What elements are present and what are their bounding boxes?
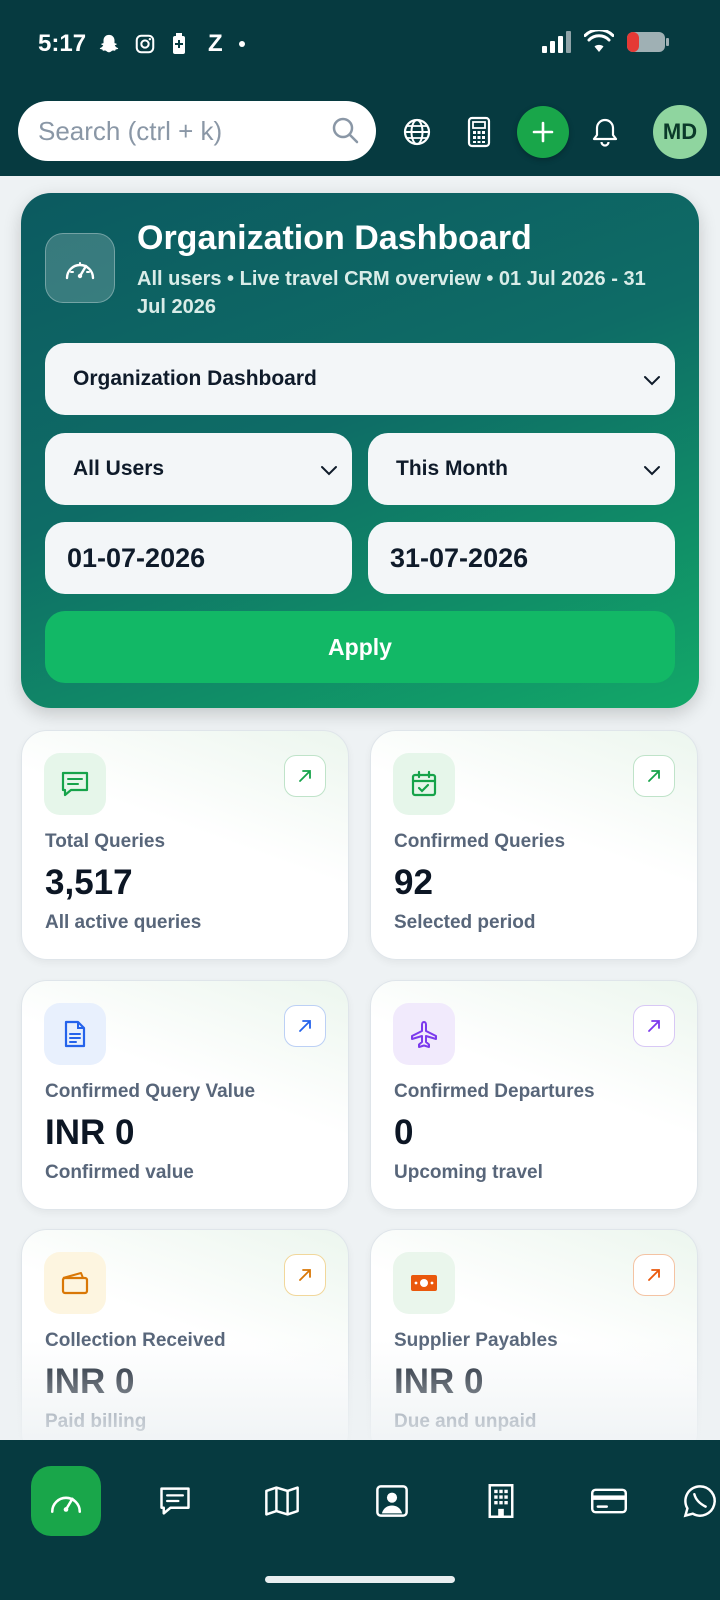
kpi-value: INR 0 <box>45 1113 135 1152</box>
dot-icon <box>237 39 247 49</box>
card-icon <box>591 1488 627 1514</box>
kpi-label: Supplier Payables <box>394 1330 558 1351</box>
arrow-up-right-icon[interactable] <box>284 755 326 797</box>
page-subtitle: All users • Live travel CRM overview • 0… <box>137 268 646 318</box>
kpi-value: 92 <box>394 863 433 902</box>
arrow-up-right-icon[interactable] <box>284 1005 326 1047</box>
nav-map[interactable] <box>247 1466 317 1536</box>
avatar[interactable]: MD <box>653 105 707 159</box>
chat-icon <box>160 1487 190 1515</box>
app-header: MD <box>0 88 720 176</box>
kpi-note: Paid billing <box>45 1411 147 1432</box>
airplane-icon <box>393 1003 455 1065</box>
status-bar: 5:17 Z <box>0 0 720 88</box>
chevron-down-icon <box>643 369 661 393</box>
date-to-field[interactable]: 31-07-2026 <box>368 522 675 594</box>
battery-saver-icon <box>170 32 188 56</box>
search-box[interactable] <box>18 101 376 161</box>
instagram-icon <box>134 33 156 55</box>
battery-icon <box>626 30 670 59</box>
kpi-card-confirmed-query-value[interactable]: Confirmed Query Value INR 0 Confirmed va… <box>21 980 349 1210</box>
kpi-card-collection-received[interactable]: Collection Received INR 0 Paid billing <box>21 1229 349 1459</box>
arrow-up-right-icon[interactable] <box>284 1254 326 1296</box>
arrow-up-right-icon[interactable] <box>633 1005 675 1047</box>
nav-queries[interactable] <box>140 1466 210 1536</box>
kpi-note: All active queries <box>45 912 202 933</box>
bell-icon[interactable] <box>583 110 627 154</box>
wallet-icon <box>44 1252 106 1314</box>
globe-icon[interactable] <box>395 110 439 154</box>
dashboard-hero: Organization Dashboard All users • Live … <box>21 193 699 708</box>
chevron-down-icon <box>320 459 338 483</box>
kpi-label: Collection Received <box>45 1330 226 1351</box>
nav-whatsapp[interactable] <box>682 1466 720 1536</box>
kpi-card-confirmed-queries[interactable]: Confirmed Queries 92 Selected period <box>370 730 698 960</box>
signal-icon <box>542 31 572 58</box>
cash-icon <box>393 1252 455 1314</box>
speedometer-icon <box>45 233 115 303</box>
kpi-note: Confirmed value <box>45 1162 194 1183</box>
arrow-up-right-icon[interactable] <box>633 755 675 797</box>
nav-billing[interactable] <box>574 1466 644 1536</box>
whatsapp-icon <box>683 1485 716 1518</box>
kpi-label: Confirmed Departures <box>394 1081 595 1102</box>
kpi-note: Due and unpaid <box>394 1411 537 1432</box>
kpi-label: Confirmed Query Value <box>45 1081 256 1102</box>
period-select-value: This Month <box>396 457 508 480</box>
kpi-value: 3,517 <box>45 863 133 902</box>
kpi-label: Total Queries <box>45 831 166 852</box>
status-app-icons: Z <box>98 30 247 58</box>
kpi-label: Confirmed Queries <box>394 831 566 852</box>
snapchat-icon <box>98 33 120 55</box>
map-icon <box>265 1486 299 1516</box>
period-select[interactable]: This Month <box>368 433 675 505</box>
date-from-field[interactable]: 01-07-2026 <box>45 522 352 594</box>
kpi-value: 0 <box>394 1113 414 1152</box>
kpi-note: Selected period <box>394 912 536 933</box>
apply-button[interactable]: Apply <box>45 611 675 683</box>
dashboard-select-value: Organization Dashboard <box>73 367 317 390</box>
calculator-icon[interactable] <box>457 110 501 154</box>
nav-organization[interactable] <box>466 1466 536 1536</box>
kpi-value: INR 0 <box>45 1362 135 1401</box>
status-time: 5:17 <box>38 30 87 57</box>
system-nav-bar <box>0 1558 720 1600</box>
nav-contacts[interactable] <box>357 1466 427 1536</box>
users-select[interactable]: All Users <box>45 433 352 505</box>
kpi-value: INR 0 <box>394 1362 484 1401</box>
users-select-value: All Users <box>73 457 165 480</box>
plus-icon <box>532 121 554 143</box>
dashboard-icon <box>50 1496 82 1513</box>
wifi-icon <box>583 28 615 59</box>
document-icon <box>44 1003 106 1065</box>
kpi-note: Upcoming travel <box>394 1162 543 1183</box>
kpi-card-confirmed-departures[interactable]: Confirmed Departures 0 Upcoming travel <box>370 980 698 1210</box>
date-to-value: 31-07-2026 <box>390 542 529 573</box>
page-title: Organization Dashboard <box>137 219 532 257</box>
z-app-icon: Z <box>208 30 223 57</box>
building-icon <box>488 1484 514 1518</box>
chevron-down-icon <box>643 459 661 483</box>
contact-icon <box>376 1485 408 1517</box>
date-from-value: 01-07-2026 <box>67 542 206 573</box>
calendar-check-icon <box>393 753 455 815</box>
nav-dashboard[interactable] <box>31 1466 101 1536</box>
search-input[interactable] <box>38 115 318 147</box>
kpi-card-supplier-payables[interactable]: Supplier Payables INR 0 Due and unpaid <box>370 1229 698 1459</box>
kpi-card-total-queries[interactable]: Total Queries 3,517 All active queries <box>21 730 349 960</box>
dashboard-select[interactable]: Organization Dashboard <box>45 343 675 415</box>
home-handle[interactable] <box>265 1576 455 1583</box>
add-button[interactable] <box>517 106 569 158</box>
bottom-nav <box>0 1440 720 1558</box>
arrow-up-right-icon[interactable] <box>633 1254 675 1296</box>
search-icon[interactable] <box>330 115 360 150</box>
status-right <box>542 28 670 59</box>
chat-icon <box>44 753 106 815</box>
